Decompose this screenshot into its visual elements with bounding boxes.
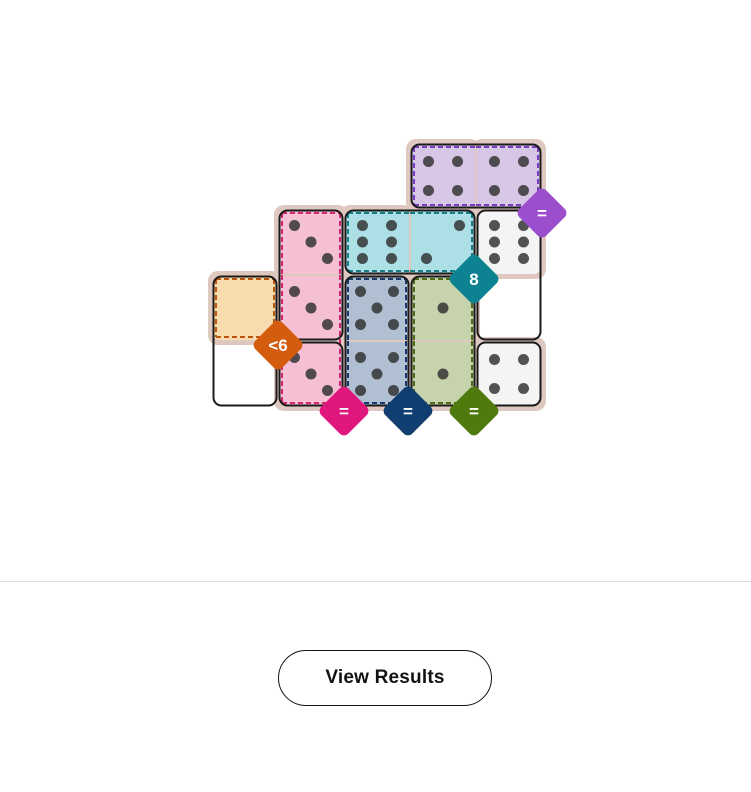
pip xyxy=(322,319,333,330)
badge-label: = xyxy=(339,402,349,421)
pip xyxy=(371,368,383,380)
pip xyxy=(518,185,530,197)
badge-label: <6 xyxy=(268,336,287,355)
pip xyxy=(437,368,449,380)
pip xyxy=(452,185,464,197)
pip xyxy=(289,220,300,231)
pip xyxy=(518,383,530,395)
pip xyxy=(518,236,530,248)
view-results-button[interactable]: View Results xyxy=(278,650,492,706)
pip xyxy=(386,253,398,264)
pip xyxy=(388,385,399,396)
pip xyxy=(422,155,434,167)
pip xyxy=(488,353,500,365)
cell-r0-c3[interactable] xyxy=(411,144,475,208)
pip xyxy=(355,385,366,396)
pip xyxy=(488,236,500,248)
pip xyxy=(355,352,366,363)
pip xyxy=(322,385,333,396)
pip xyxy=(356,220,368,231)
pip xyxy=(422,185,434,197)
pip xyxy=(289,286,300,297)
pip xyxy=(305,368,317,380)
badge-label: = xyxy=(403,402,413,421)
badge-label: 8 xyxy=(469,270,478,289)
pip xyxy=(305,302,317,314)
pip xyxy=(488,185,500,197)
pip xyxy=(437,302,449,314)
badge-label: = xyxy=(537,204,547,223)
pip xyxy=(322,253,333,264)
pip xyxy=(452,155,464,167)
pip xyxy=(386,220,398,231)
pip xyxy=(355,286,366,297)
pip xyxy=(388,352,399,363)
pip xyxy=(356,236,368,248)
pip xyxy=(518,253,530,264)
pip xyxy=(388,286,399,297)
divider xyxy=(0,581,751,582)
pip xyxy=(488,155,500,167)
pip xyxy=(488,220,500,231)
pip xyxy=(355,319,366,330)
pip xyxy=(518,155,530,167)
pip xyxy=(305,236,317,248)
pip xyxy=(518,353,530,365)
pip xyxy=(356,253,368,264)
pip xyxy=(488,383,500,395)
pip xyxy=(421,253,432,264)
pip xyxy=(371,302,383,314)
cell-r1-c2[interactable] xyxy=(345,210,409,274)
puzzle-board: = = 8 <6 = = xyxy=(208,139,567,436)
pip xyxy=(454,220,465,231)
pip xyxy=(488,253,500,264)
badge-label: = xyxy=(469,402,479,421)
pip xyxy=(386,236,398,248)
cell-r3-c4[interactable] xyxy=(477,342,541,406)
pip xyxy=(388,319,399,330)
